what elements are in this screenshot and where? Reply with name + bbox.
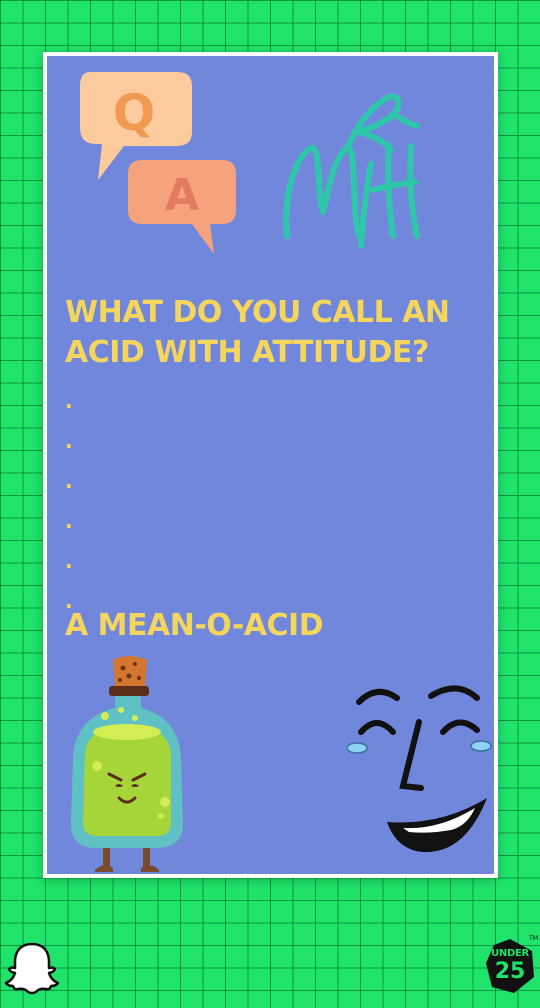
dot-4: . xyxy=(65,509,73,533)
a-letter: A xyxy=(165,170,199,221)
dot-5: . xyxy=(65,549,73,573)
potion-bottle-icon xyxy=(71,656,183,872)
question-text: WHAT DO YOU CALL AN ACID WITH ATTITUDE? xyxy=(65,295,450,370)
dot-2: . xyxy=(65,429,73,453)
under25-trademark: TM xyxy=(529,935,538,942)
answer-text: A MEAN-O-ACID xyxy=(65,608,324,643)
dot-3: . xyxy=(65,469,73,493)
under25-number: 25 xyxy=(494,959,526,984)
signature-logo-icon xyxy=(283,93,420,249)
under25-label: UNDER xyxy=(491,948,529,959)
laughing-face-icon xyxy=(347,685,492,853)
q-letter: Q xyxy=(113,84,156,142)
snapchat-ghost-icon[interactable] xyxy=(4,940,60,996)
suspense-dots: . . . . . . xyxy=(65,381,85,621)
story-card: Q A WHAT DO YOU CALL AN ACID WITH ATTITU… xyxy=(43,52,498,878)
under25-logo: UNDER 25 TM xyxy=(482,935,538,997)
qa-bubbles-icon: Q A xyxy=(80,72,236,254)
dot-1: . xyxy=(65,389,73,413)
